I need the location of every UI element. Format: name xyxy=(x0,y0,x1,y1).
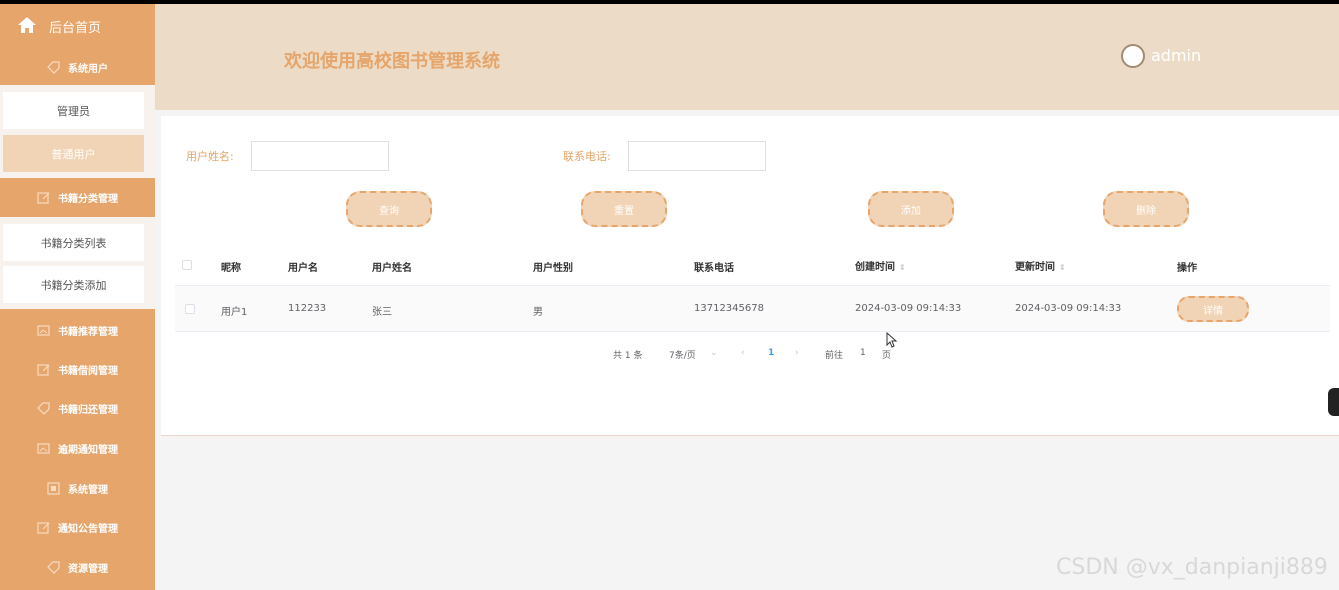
image-icon xyxy=(47,481,60,495)
menu-label: 通知公告管理 xyxy=(58,523,118,535)
column-header-label: 更新时间 xyxy=(1015,262,1055,273)
cell-created: 2024-03-09 09:14:33 xyxy=(855,303,962,314)
sidebar-menu-resources[interactable]: 资源管理 xyxy=(0,556,155,578)
prev-page-icon[interactable]: ‹ xyxy=(741,348,745,358)
page-title: 欢迎使用高校图书管理系统 xyxy=(284,51,500,72)
row-checkbox[interactable] xyxy=(185,304,195,314)
sidebar-menu-book-category[interactable]: 书籍分类管理 xyxy=(0,178,155,217)
cell-gender: 男 xyxy=(533,307,543,318)
sidebar-item-category-list[interactable]: 书籍分类列表 xyxy=(3,224,144,261)
cell-username: 112233 xyxy=(288,303,327,314)
column-header-label: 创建时间 xyxy=(855,262,895,273)
tag-icon xyxy=(47,560,60,574)
goto-suffix: 页 xyxy=(882,351,892,361)
edit-icon xyxy=(37,363,50,376)
table-divider xyxy=(175,331,1330,332)
select-all-checkbox[interactable] xyxy=(182,260,192,270)
column-header-gender: 用户性别 xyxy=(533,263,573,274)
column-header-updated[interactable]: 更新时间 ⇕ xyxy=(1015,258,1066,273)
phone-filter-label: 联系电话: xyxy=(563,150,611,163)
sidebar-home-link[interactable]: 后台首页 xyxy=(0,4,155,46)
goto-prefix: 前往 xyxy=(825,351,844,361)
sidebar-item-category-add[interactable]: 书籍分类添加 xyxy=(3,266,144,303)
menu-label: 系统管理 xyxy=(68,484,108,496)
user-name[interactable]: admin xyxy=(1151,46,1201,65)
sidebar-menu-book-return[interactable]: 书籍归还管理 xyxy=(0,397,155,419)
column-header-nickname: 昵称 xyxy=(221,263,241,274)
add-button[interactable]: 添加 xyxy=(868,191,954,227)
current-page[interactable]: 1 xyxy=(768,348,774,358)
sidebar-menu-book-borrow[interactable]: 书籍借阅管理 xyxy=(0,358,155,380)
cell-nickname: 用户1 xyxy=(221,307,248,318)
cell-realname: 张三 xyxy=(372,307,392,318)
tag-icon xyxy=(37,401,50,415)
sidebar-item-admin[interactable]: 管理员 xyxy=(3,92,144,129)
chevron-down-icon[interactable]: ⌄ xyxy=(710,348,718,358)
home-label: 后台首页 xyxy=(49,21,102,36)
column-header-created[interactable]: 创建时间 ⇕ xyxy=(855,258,906,273)
header-bar: 欢迎使用高校图书管理系统 admin xyxy=(155,4,1339,110)
edit-icon xyxy=(37,521,50,534)
sidebar-menu-system-manage[interactable]: 系统管理 xyxy=(0,477,155,499)
cell-phone: 13712345678 xyxy=(694,303,764,314)
menu-label: 书籍分类管理 xyxy=(58,194,118,205)
next-page-icon[interactable]: › xyxy=(795,348,799,358)
column-header-actions: 操作 xyxy=(1177,263,1197,274)
sort-icon[interactable]: ⇕ xyxy=(899,263,906,272)
detail-button[interactable]: 详情 xyxy=(1177,296,1249,322)
name-filter-label: 用户姓名: xyxy=(186,150,234,163)
column-header-phone: 联系电话 xyxy=(694,263,734,274)
home-icon xyxy=(18,17,36,33)
page-size-select[interactable]: 7条/页 xyxy=(669,348,696,361)
tag-icon xyxy=(47,60,60,74)
sidebar-item-normal-user[interactable]: 普通用户 xyxy=(3,135,144,172)
mouse-cursor-icon xyxy=(886,332,898,348)
column-header-username: 用户名 xyxy=(288,263,318,274)
query-button[interactable]: 查询 xyxy=(346,191,432,227)
column-header-realname: 用户姓名 xyxy=(372,263,412,274)
menu-label: 书籍推荐管理 xyxy=(58,326,118,338)
side-floating-tab[interactable] xyxy=(1328,388,1339,416)
image-icon xyxy=(37,324,50,336)
menu-label: 书籍归还管理 xyxy=(58,404,118,416)
edit-icon xyxy=(37,192,50,204)
name-filter-input[interactable] xyxy=(251,141,389,171)
sidebar-menu-system-users[interactable]: 系统用户 xyxy=(0,56,155,78)
image-icon xyxy=(37,442,50,454)
sidebar-menu-overdue-notice[interactable]: 逾期通知管理 xyxy=(0,437,155,459)
menu-label: 书籍借阅管理 xyxy=(58,365,118,377)
pagination-total: 共 1 条 xyxy=(613,351,643,361)
phone-filter-input[interactable] xyxy=(628,141,766,171)
sidebar-menu-announcement[interactable]: 通知公告管理 xyxy=(0,516,155,538)
menu-label: 逾期通知管理 xyxy=(58,444,118,456)
sort-icon[interactable]: ⇕ xyxy=(1059,263,1066,272)
delete-button[interactable]: 删除 xyxy=(1103,191,1189,227)
avatar[interactable] xyxy=(1121,44,1145,68)
sidebar-menu-book-recommend[interactable]: 书籍推荐管理 xyxy=(0,319,155,341)
watermark: CSDN @vx_danpianji889 xyxy=(1056,555,1328,580)
menu-label: 资源管理 xyxy=(68,563,108,575)
menu-label: 系统用户 xyxy=(68,63,108,75)
goto-page-input[interactable]: 1 xyxy=(860,348,866,358)
cell-updated: 2024-03-09 09:14:33 xyxy=(1015,303,1122,314)
reset-button[interactable]: 重置 xyxy=(581,191,667,227)
